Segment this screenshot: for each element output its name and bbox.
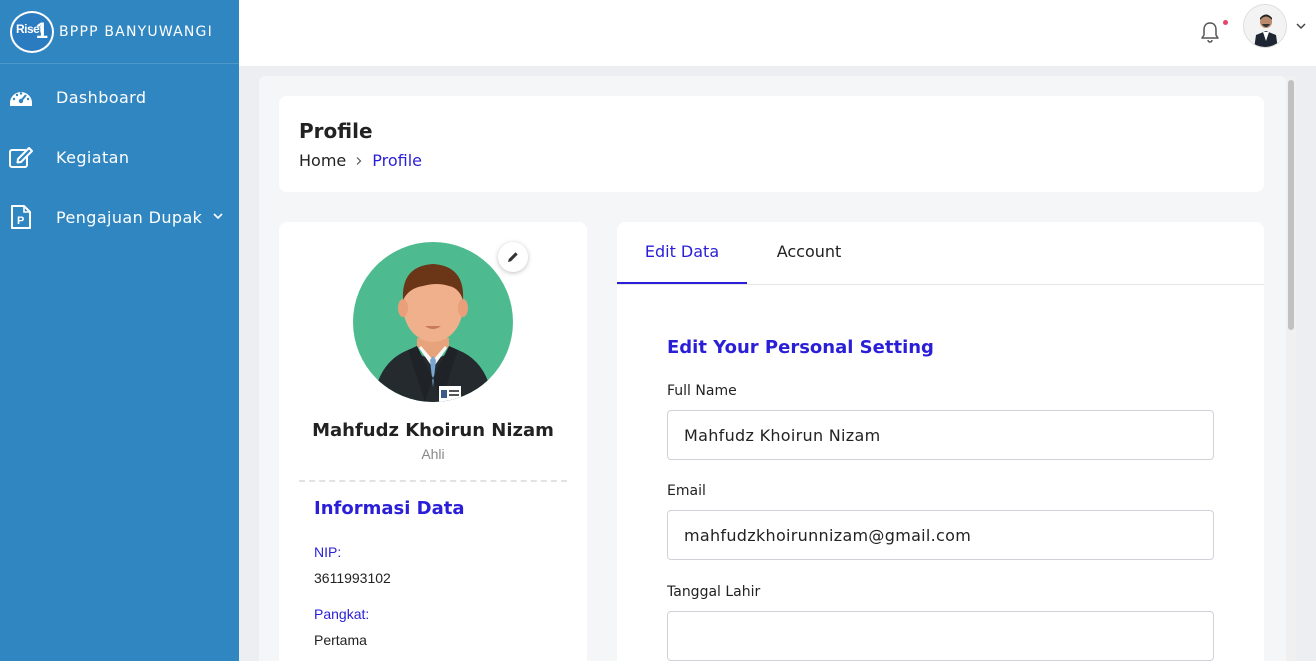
email-input[interactable] (667, 510, 1214, 560)
scrollbar-thumb[interactable] (1288, 80, 1294, 330)
nip-label: NIP: (314, 544, 342, 560)
profile-name: Mahfudz Khoirun Nizam (312, 420, 554, 441)
profile-card: Mahfudz Khoirun Nizam Ahli Informasi Dat… (279, 222, 587, 661)
tab-bar: Edit Data Account (617, 222, 1264, 285)
pangkat-value: Pertama (314, 632, 367, 648)
pangkat-label: Pangkat: (314, 606, 370, 622)
brand-name: BPPP BANYUWANGI (59, 23, 213, 40)
pencil-icon (508, 252, 518, 262)
brand[interactable]: Riset 1 BPPP BANYUWANGI (0, 0, 239, 64)
divider (299, 480, 567, 482)
page-header: Profile Home Profile (279, 96, 1264, 192)
notification-dot (1223, 20, 1228, 25)
birth-date-label: Tanggal Lahir (667, 584, 761, 600)
full-name-label: Full Name (667, 383, 737, 399)
nip-value: 3611993102 (314, 570, 391, 586)
profile-role: Ahli (421, 446, 445, 462)
breadcrumb-home[interactable]: Home (299, 151, 346, 170)
birth-date-input[interactable] (667, 611, 1214, 661)
info-section-title: Informasi Data (314, 498, 465, 519)
edit-photo-button[interactable] (498, 242, 528, 272)
sidebar-item-label: Pengajuan Dupak (56, 207, 203, 227)
bell-icon[interactable] (1199, 20, 1221, 44)
sidebar-item-dashboard[interactable]: Dashboard (0, 67, 239, 127)
user-avatar[interactable] (1243, 4, 1287, 48)
document-p-icon: P (11, 205, 31, 229)
svg-text:P: P (17, 215, 25, 227)
tab-edit-data[interactable]: Edit Data (617, 222, 747, 284)
brand-logo: Riset 1 (10, 10, 54, 53)
sidebar-item-kegiatan[interactable]: Kegiatan (0, 127, 239, 187)
profile-photo (353, 242, 513, 402)
chevron-down-icon[interactable] (1295, 20, 1307, 32)
edit-form-card: Edit Data Account Edit Your Personal Set… (617, 222, 1264, 661)
tab-account[interactable]: Account (747, 222, 871, 284)
breadcrumb-current: Profile (372, 151, 422, 170)
chevron-down-icon[interactable] (211, 209, 225, 223)
breadcrumb: Home Profile (299, 151, 422, 170)
sidebar-item-label: Kegiatan (56, 147, 130, 167)
sidebar: Riset 1 BPPP BANYUWANGI Dashboard Kegiat… (0, 0, 239, 661)
email-label: Email (667, 483, 706, 499)
chevron-right-icon (356, 156, 362, 165)
sidebar-item-label: Dashboard (56, 87, 147, 107)
topbar (239, 0, 1316, 66)
sidebar-item-pengajuan-dupak[interactable]: P Pengajuan Dupak (0, 187, 239, 247)
scrollbar[interactable] (1286, 76, 1296, 661)
form-title: Edit Your Personal Setting (667, 337, 934, 358)
edit-icon (9, 147, 33, 168)
full-name-input[interactable] (667, 410, 1214, 460)
page-title: Profile (299, 119, 373, 143)
dashboard-icon (10, 92, 32, 106)
